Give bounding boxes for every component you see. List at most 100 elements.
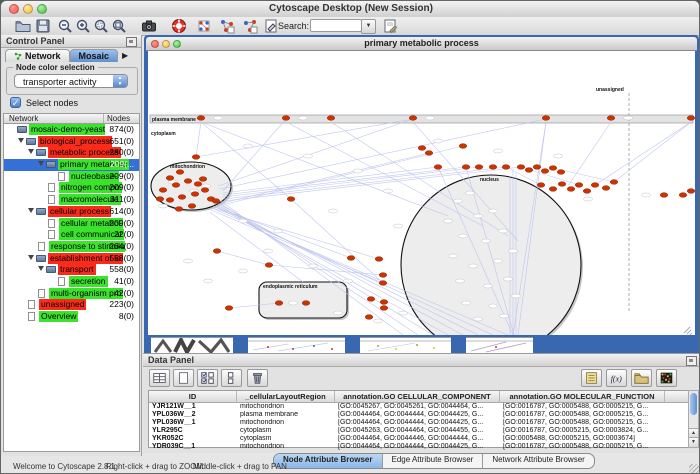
tree-label[interactable]: mosaic-demo-yeast — [29, 124, 105, 135]
network-node[interactable] — [459, 144, 467, 149]
expander-icon[interactable] — [28, 149, 34, 154]
network-tool-icon-1[interactable] — [196, 18, 212, 34]
tree-row[interactable]: Overview8(0) — [4, 311, 139, 323]
table-row[interactable]: YLR295Ccytoplasm[GO:0045263, GO:0044464,… — [149, 427, 691, 435]
column-header[interactable]: _cellularLayoutRegion — [237, 391, 335, 402]
network-node[interactable] — [549, 166, 557, 171]
network-node[interactable] — [541, 169, 549, 174]
network-view-titlebar[interactable]: primary metabolic process — [146, 37, 697, 51]
expander-icon[interactable] — [38, 161, 44, 166]
network-node[interactable] — [194, 182, 202, 187]
network-node[interactable] — [287, 197, 295, 202]
float-panel-icon[interactable] — [126, 37, 137, 47]
network-node[interactable] — [327, 116, 335, 121]
network-node[interactable] — [475, 165, 483, 170]
network-node[interactable] — [379, 273, 387, 278]
network-node[interactable] — [418, 146, 426, 151]
network-node[interactable] — [176, 170, 184, 175]
tree-row[interactable]: cell communicat22(0) — [4, 229, 139, 241]
tree-label[interactable]: biological_process — [38, 136, 112, 147]
function-builder-icon[interactable]: f(x) — [606, 369, 627, 387]
network-node[interactable] — [607, 116, 615, 121]
annotation-tool-icon[interactable] — [263, 18, 279, 34]
scroll-down-icon[interactable]: ▼ — [689, 437, 698, 447]
table-row[interactable]: YKR052Ccytoplasm[GO:0044464, GO:0044446,… — [149, 435, 691, 443]
scrollbar-thumb[interactable] — [690, 393, 697, 415]
select-attributes-icon[interactable] — [149, 369, 170, 387]
attribute-table-header[interactable]: ID_cellularLayoutRegionannotation.GO CEL… — [149, 391, 691, 403]
background-view-fragment[interactable] — [466, 337, 533, 354]
network-node[interactable] — [188, 204, 196, 209]
background-view-fragment[interactable] — [248, 337, 345, 354]
zoom-out-icon[interactable] — [57, 18, 73, 34]
network-node[interactable] — [365, 315, 373, 320]
network-tool-icon-3[interactable] — [242, 18, 258, 34]
network-node[interactable] — [302, 301, 310, 306]
network-node[interactable] — [375, 257, 383, 262]
table-row[interactable]: YJR121W__1mitochondrion[GO:0045267, GO:0… — [149, 403, 691, 411]
tree-row[interactable]: biological_process651(0) — [4, 136, 139, 148]
tab-network[interactable]: Network — [5, 49, 70, 62]
expander-icon[interactable] — [28, 255, 34, 260]
network-node[interactable] — [201, 188, 209, 193]
network-node[interactable] — [184, 179, 192, 184]
network-node[interactable] — [502, 165, 510, 170]
network-node[interactable] — [347, 256, 355, 261]
network-node[interactable] — [175, 207, 183, 212]
tree-row[interactable]: nucleobase-209(0) — [4, 171, 139, 183]
expander-icon[interactable] — [28, 208, 34, 213]
network-node[interactable] — [199, 177, 207, 182]
delete-attribute-trash-icon[interactable] — [247, 369, 268, 387]
network-node[interactable] — [557, 170, 565, 175]
tree-row[interactable]: cellular metabol209(0) — [4, 218, 139, 230]
tree-row[interactable]: multi-organism pro42(0) — [4, 288, 139, 300]
table-row[interactable]: YDR039C__1mitochondrion[GO:0044464, GO:0… — [149, 443, 691, 451]
float-panel-icon[interactable] — [686, 356, 697, 366]
tree-label[interactable]: multi-organism pro — [49, 288, 123, 299]
network-node[interactable] — [178, 195, 186, 200]
tree-row[interactable]: macromolecule311(0) — [4, 194, 139, 206]
network-node[interactable] — [549, 187, 557, 192]
tree-row[interactable]: secretion41(0) — [4, 276, 139, 288]
network-node[interactable] — [525, 168, 533, 173]
network-node[interactable] — [583, 189, 591, 194]
tree-label[interactable]: cellular process — [48, 206, 111, 217]
select-nodes-checkbox[interactable]: ✓ — [10, 97, 21, 108]
network-node[interactable] — [687, 189, 695, 194]
search-dropdown-icon[interactable]: ▼ — [361, 19, 376, 34]
edit-annotation-icon[interactable] — [382, 18, 398, 34]
zoom-fit-icon[interactable] — [111, 18, 127, 34]
tab-overflow-icon[interactable]: ▶ — [118, 49, 130, 62]
tree-label[interactable]: secretion — [69, 276, 108, 287]
network-node[interactable] — [517, 165, 525, 170]
attribute-checklist-icon[interactable] — [197, 369, 218, 387]
help-lifering-icon[interactable] — [171, 18, 187, 34]
network-graph[interactable]: plasma membranecytoplasmmitochondrionnuc… — [148, 51, 695, 335]
column-header[interactable]: annotation.GO CELLULAR_COMPONENT — [335, 391, 500, 402]
tree-row[interactable]: primary metabolic209(... — [4, 159, 139, 171]
network-node[interactable] — [542, 116, 550, 121]
network-node[interactable] — [409, 116, 417, 121]
network-node[interactable] — [172, 183, 180, 188]
network-node[interactable] — [687, 116, 695, 121]
network-node[interactable] — [213, 249, 221, 254]
table-row[interactable]: YPL036W__2plasma membrane[GO:0044464, GO… — [149, 411, 691, 419]
table-scrollbar[interactable]: ▲ ▼ — [688, 390, 699, 448]
tree-col-network[interactable]: Network — [9, 114, 38, 123]
column-header[interactable]: annotation.GO MOLECULAR_FUNCTION — [500, 391, 665, 402]
network-node[interactable] — [558, 182, 566, 187]
expander-icon[interactable] — [18, 138, 24, 143]
resize-grip[interactable] — [689, 464, 699, 474]
tree-row[interactable]: nitrogen compo209(0) — [4, 182, 139, 194]
open-session-icon[interactable] — [15, 18, 31, 34]
network-node[interactable] — [192, 155, 200, 160]
network-node[interactable] — [380, 300, 388, 305]
network-node[interactable] — [156, 197, 164, 202]
network-node[interactable] — [679, 193, 687, 198]
network-node[interactable] — [537, 183, 545, 188]
network-node[interactable] — [425, 151, 433, 156]
heatmap-matrix-icon[interactable] — [656, 369, 677, 387]
tree-row[interactable]: response to stimulu264(0) — [4, 241, 139, 253]
network-node[interactable] — [379, 281, 387, 286]
network-tool-icon-2[interactable] — [219, 18, 235, 34]
